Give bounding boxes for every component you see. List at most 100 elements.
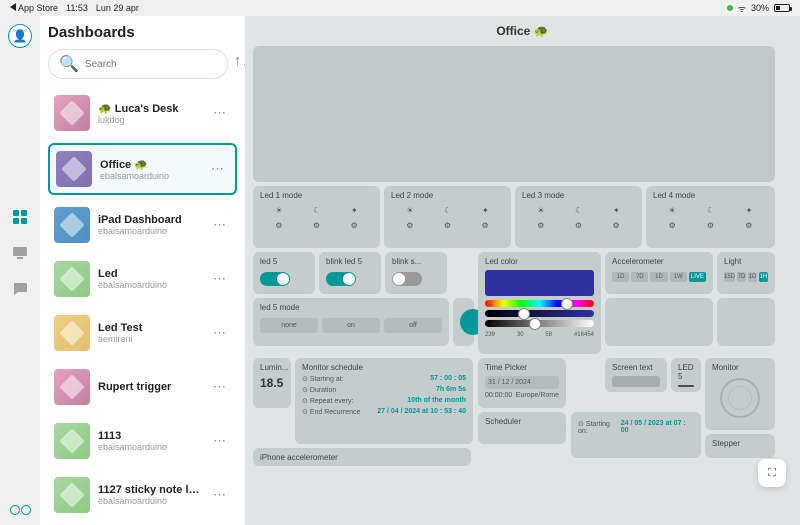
widget-led5-mode[interactable]: led 5 mode none on off [253,298,449,346]
dashboard-title: Led Test [98,322,201,334]
search-icon: 🔍 [59,54,79,74]
brightness-slider[interactable] [485,320,594,327]
expand-icon: ⛶ [768,467,776,480]
sort-button[interactable]: ↑↓ [234,49,245,75]
widget-iphone-accelerometer[interactable]: iPhone accelerometer [253,448,471,466]
more-icon[interactable]: ⋯ [209,379,231,395]
toggle-switch[interactable] [326,272,356,286]
widget-accel-chart[interactable] [605,298,713,346]
hue-slider[interactable] [485,300,594,307]
avatar[interactable]: 👤 [8,24,32,48]
widget-led3-mode[interactable]: Led 3 mode ☀☾✦ ⚙⚙⚙ [515,186,642,248]
location-dot-icon [727,5,733,11]
widget-scheduler[interactable]: Scheduler [478,412,566,444]
mode-option[interactable]: off [384,318,442,333]
nav-devices-icon[interactable] [9,242,31,264]
battery-icon [774,4,790,12]
dashboard-owner: aemireni [98,334,201,344]
more-icon[interactable]: ⋯ [207,161,229,177]
nav-dashboards-icon[interactable] [9,206,31,228]
dashboard-item-rupert[interactable]: Rupert trigger ⋯ [48,363,237,411]
more-icon[interactable]: ⋯ [209,217,231,233]
dashboard-thumbnail [54,369,90,405]
dashboard-canvas[interactable]: Office 🐢 Led 1 mode ☀☾✦ ⚙⚙⚙ Led 2 mode ☀… [245,16,800,525]
status-date: Lun 29 apr [96,3,139,13]
mode-option[interactable]: on [322,318,380,333]
dashboard-sidebar: Dashboards 🔍 ↑↓ 🐢 Luca's Desklukdog ⋯ Of… [40,16,245,525]
toggle-switch[interactable] [260,272,290,286]
luminosity-value: 18.5 [260,376,284,390]
widget-scheduler-details[interactable]: ⊙ Starting on:24 / 05 / 2023 at 07 : 00 [571,412,701,458]
sidebar-title: Dashboards [48,24,237,41]
widget-led5-toggle[interactable]: led 5 [253,252,315,294]
widget-screen-text[interactable]: Screen text [605,358,667,392]
dashboard-owner: ebalsamoarduino [98,442,201,452]
more-icon[interactable]: ⋯ [209,105,231,121]
value-box [678,385,694,387]
date-field[interactable]: 31 / 12 / 2024 [485,376,559,389]
dashboard-owner: ebalsamoarduino [98,496,201,506]
nav-chat-icon[interactable] [9,278,31,300]
dashboard-item-lucas-desk[interactable]: 🐢 Luca's Desklukdog ⋯ [48,89,237,137]
widget-time-picker[interactable]: Time Picker 31 / 12 / 2024 00:00:00Europ… [478,358,566,408]
more-icon[interactable]: ⋯ [209,271,231,287]
more-icon[interactable]: ⋯ [209,487,231,503]
widget-led-color[interactable]: Led color 239 30 58 #16454 [478,252,601,354]
dashboard-owner: lukdog [98,115,201,125]
canvas-title: Office 🐢 [245,16,800,46]
widget-led2-mode[interactable]: Led 2 mode ☀☾✦ ⚙⚙⚙ [384,186,511,248]
widget-led4-mode[interactable]: Led 4 mode ☀☾✦ ⚙⚙⚙ [646,186,775,248]
search-input[interactable] [85,59,217,70]
widget-round-button[interactable] [453,298,474,346]
nav-rail: 👤 [0,16,40,525]
widget-accelerometer[interactable]: Accelerometer 1D 7D 1D 1W LIVE [605,252,713,294]
dashboard-thumbnail [54,423,90,459]
fullscreen-button[interactable]: ⛶ [758,459,786,487]
search-box[interactable]: 🔍 [48,49,228,79]
widget-monitor-schedule[interactable]: Monitor schedule ⊙ Starting at:57 : 00 :… [295,358,473,444]
widget-light[interactable]: Light 15D 7D 1D 1H [717,252,775,294]
text-input[interactable] [612,376,660,387]
dashboard-title: 1127 sticky note links [98,484,201,496]
dashboard-item-led[interactable]: Ledebalsamoarduino ⋯ [48,255,237,303]
dashboard-item-office[interactable]: Office 🐢ebalsamoarduino ⋯ [48,143,237,195]
dashboard-thumbnail [56,151,92,187]
widget-led5-value[interactable]: LED 5 [671,358,701,392]
widget-stepper[interactable]: Stepper [705,434,775,458]
dashboard-item-1113[interactable]: 1113ebalsamoarduino ⋯ [48,417,237,465]
back-to-app[interactable]: App Store [10,3,58,13]
dashboard-item-ipad[interactable]: iPad Dashboardebalsamoarduino ⋯ [48,201,237,249]
dashboard-owner: ebalsamoarduino [98,226,201,236]
widget-led1-mode[interactable]: Led 1 mode ☀☾✦ ⚙⚙⚙ [253,186,380,248]
widget-light-chart[interactable] [717,298,775,346]
status-time: 11:53 [66,3,88,13]
b-value: 58 [545,332,552,338]
dashboard-item-1127[interactable]: 1127 sticky note linksebalsamoarduino ⋯ [48,471,237,519]
dashboard-owner: ebalsamoarduino [100,171,199,181]
battery-percent: 30% [751,3,769,13]
more-icon[interactable]: ⋯ [209,325,231,341]
saturation-slider[interactable] [485,310,594,317]
widget-luminosity[interactable]: Lumin... 18.5 [253,358,291,408]
more-icon[interactable]: ⋯ [209,433,231,449]
widget-blink-speed-toggle[interactable]: blink s... [385,252,447,294]
dashboard-title: 🐢 Luca's Desk [98,102,201,115]
widget-monitor[interactable]: Monitor [705,358,775,430]
arduino-logo-icon[interactable] [10,505,31,515]
g-value: 30 [517,332,524,338]
gauge-icon [720,378,760,418]
hex-value: #16454 [574,332,594,338]
toggle-switch[interactable] [392,272,422,286]
dashboard-title: Rupert trigger [98,381,201,393]
dashboard-thumbnail [54,477,90,513]
dashboard-thumbnail [54,95,90,131]
widget-chart-empty[interactable] [253,46,775,182]
color-preview[interactable] [485,270,594,296]
dashboard-item-led-test[interactable]: Led Testaemireni ⋯ [48,309,237,357]
dashboard-owner: ebalsamoarduino [98,280,201,290]
status-bar: App Store 11:53 Lun 29 apr ᯤ 30% [0,0,800,16]
dashboard-thumbnail [54,207,90,243]
mode-option[interactable]: none [260,318,318,333]
dashboard-thumbnail [54,315,90,351]
widget-blink-led5-toggle[interactable]: blink led 5 [319,252,381,294]
